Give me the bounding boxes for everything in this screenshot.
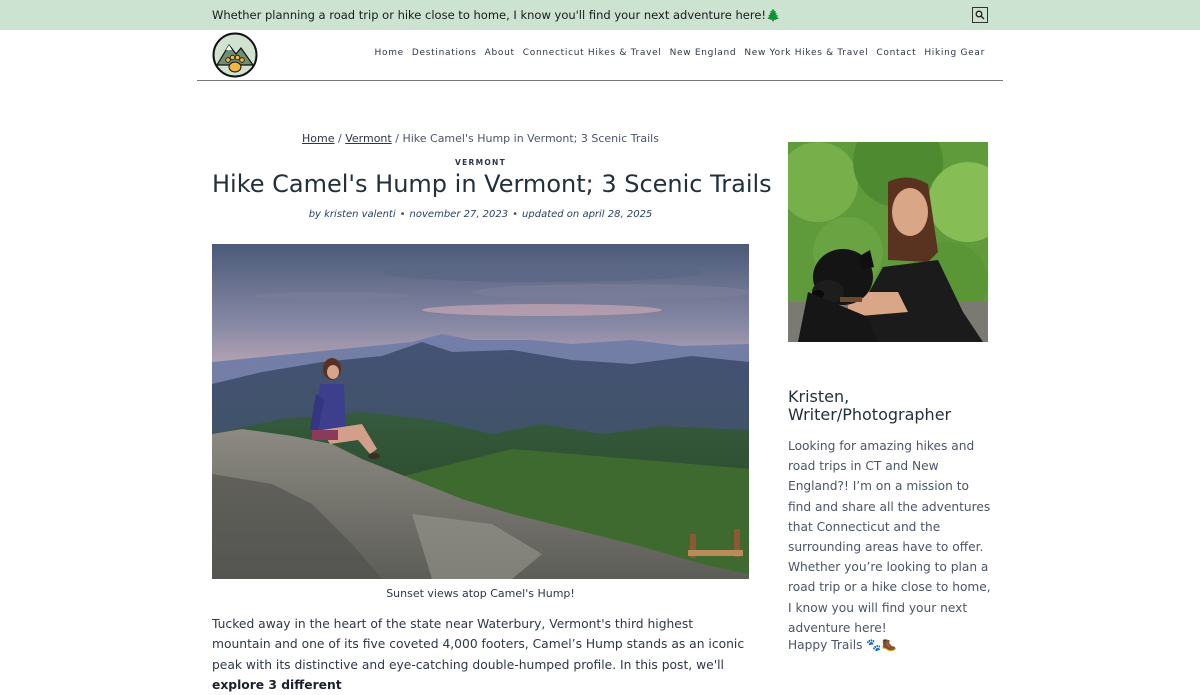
post-category[interactable]: VERMONT (212, 158, 749, 167)
sidebar-author-name: Kristen, Writer/Photographer (788, 387, 952, 424)
nav-destinations[interactable]: Destinations (412, 48, 477, 58)
mountain-paw-logo[interactable] (212, 32, 258, 78)
post-date: november 27, 2023 (409, 209, 509, 220)
hero-caption: Sunset views atop Camel's Hump! (386, 587, 575, 600)
announcement-tagline: Whether planning a road trip or hike clo… (212, 8, 767, 22)
nav-connecticut[interactable]: Connecticut Hikes & Travel (523, 48, 662, 58)
nav-about[interactable]: About (485, 48, 515, 58)
post-intro: Tucked away in the heart of the state ne… (212, 614, 749, 695)
post-author[interactable]: by kristen valenti (309, 209, 396, 220)
nav-home[interactable]: Home (375, 48, 404, 58)
post-updated: updated on april 28, 2025 (522, 209, 653, 220)
sidebar-signoff: Happy Trails 🐾🥾 (788, 638, 897, 652)
announcement-text: Whether planning a road trip or hike clo… (212, 8, 780, 22)
tree-icon: 🌲 (766, 8, 781, 22)
post-intro-text: Tucked away in the heart of the state ne… (212, 617, 745, 672)
site-header: Home Destinations About Connecticut Hike… (197, 30, 1003, 81)
page-title: Hike Camel's Hump in Vermont; 3 Scenic T… (212, 170, 772, 198)
search-icon (975, 10, 985, 20)
sunset-mountain-photo (212, 244, 749, 579)
meta-bullet: • (399, 209, 406, 220)
search-button[interactable] (972, 7, 988, 23)
nav-contact[interactable]: Contact (876, 48, 916, 58)
post-meta: by kristen valenti • november 27, 2023 • upd… (212, 209, 749, 220)
author-photo (788, 142, 988, 342)
sidebar-bio: Looking for amazing hikes and road trips… (788, 439, 991, 635)
nav-new-england[interactable]: New England (670, 48, 737, 58)
breadcrumb-separator: / (395, 132, 399, 145)
breadcrumb-current: Hike Camel's Hump in Vermont; 3 Scenic T… (402, 132, 659, 145)
meta-bullet: • (512, 209, 519, 220)
breadcrumb-home[interactable]: Home (302, 132, 334, 145)
post-intro-bold: explore 3 different (212, 677, 342, 692)
breadcrumb-vermont[interactable]: Vermont (345, 132, 392, 145)
nav-new-york[interactable]: New York Hikes & Travel (744, 48, 868, 58)
main-nav: Home Destinations About Connecticut Hike… (375, 48, 985, 58)
author-with-dog-photo (788, 142, 988, 342)
hero-image (212, 244, 749, 579)
announcement-bar: Whether planning a road trip or hike clo… (0, 0, 1200, 30)
nav-hiking-gear[interactable]: Hiking Gear (924, 48, 985, 58)
breadcrumb-separator: / (338, 132, 342, 145)
breadcrumb: Home / Vermont / Hike Camel's Hump in Ve… (212, 132, 749, 145)
